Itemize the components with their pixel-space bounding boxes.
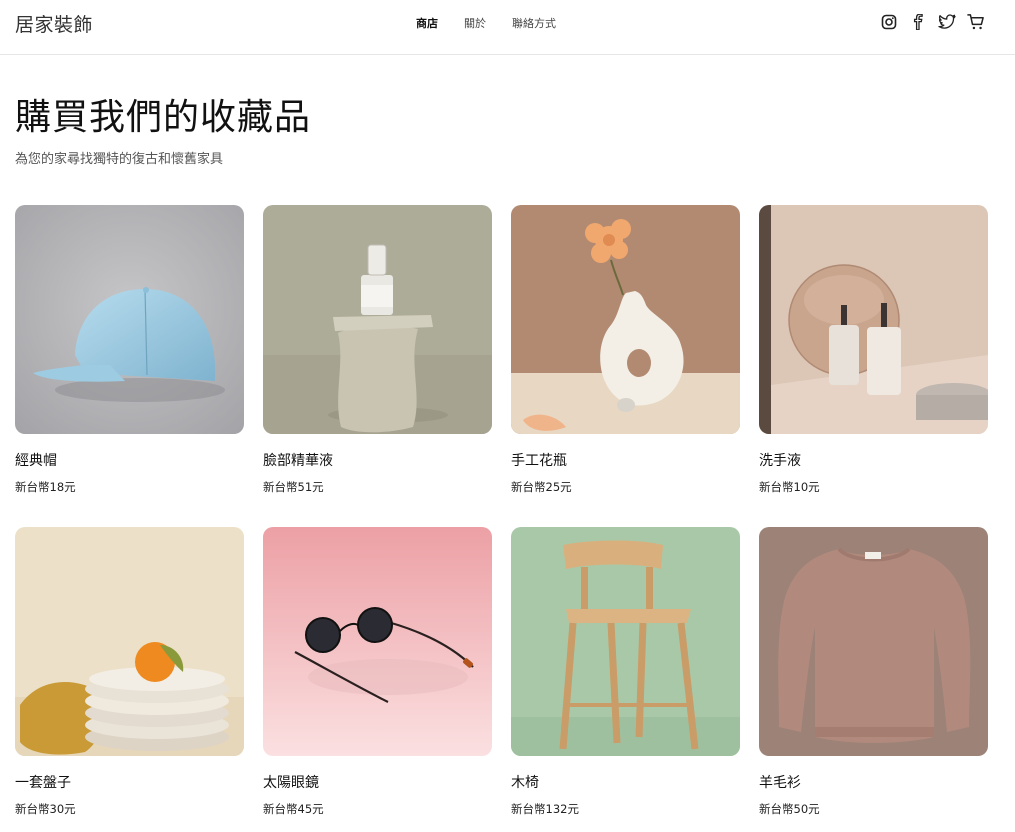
nav-link-contact[interactable]: 聯絡方式 <box>512 15 556 31</box>
product-name[interactable]: 經典帽 <box>15 450 57 470</box>
product-name[interactable]: 羊毛衫 <box>759 772 801 792</box>
product-image-cap[interactable] <box>15 205 244 434</box>
product-image-soap[interactable] <box>759 205 988 434</box>
cart-icon[interactable] <box>967 12 985 32</box>
twitter-icon[interactable] <box>938 12 956 32</box>
product-image-serum[interactable] <box>263 205 492 434</box>
product-name[interactable]: 一套盤子 <box>15 772 71 792</box>
main-nav: 商店 關於 聯絡方式 <box>416 15 556 31</box>
page-subtitle: 為您的家尋找獨特的復古和懷舊家具 <box>15 152 224 167</box>
product-card[interactable]: 太陽眼鏡 新台幣45元 <box>263 527 492 816</box>
product-image-vase[interactable] <box>511 205 740 434</box>
product-card[interactable]: 臉部精華液 新台幣51元 <box>263 205 492 494</box>
product-name[interactable]: 木椅 <box>511 772 539 792</box>
site-header: 居家裝飾 商店 關於 聯絡方式 <box>0 0 1015 55</box>
nav-link-shop[interactable]: 商店 <box>416 15 438 31</box>
product-card[interactable]: 手工花瓶 新台幣25元 <box>511 205 740 494</box>
product-price: 新台幣30元 <box>15 802 76 816</box>
nav-link-about[interactable]: 關於 <box>464 15 486 31</box>
brand-logo[interactable]: 居家裝飾 <box>15 10 93 37</box>
facebook-icon[interactable] <box>909 12 927 32</box>
product-price: 新台幣51元 <box>263 480 324 494</box>
page-title: 購買我們的收藏品 <box>15 97 312 138</box>
product-name[interactable]: 太陽眼鏡 <box>263 772 319 792</box>
product-name[interactable]: 臉部精華液 <box>263 450 333 470</box>
instagram-icon[interactable] <box>880 12 898 32</box>
product-price: 新台幣18元 <box>15 480 76 494</box>
product-price: 新台幣45元 <box>263 802 324 816</box>
header-icons <box>880 12 985 32</box>
product-name[interactable]: 手工花瓶 <box>511 450 567 470</box>
product-card[interactable]: 洗手液 新台幣10元 <box>759 205 988 494</box>
product-price: 新台幣25元 <box>511 480 572 494</box>
product-price: 新台幣132元 <box>511 802 579 816</box>
product-card[interactable]: 經典帽 新台幣18元 <box>15 205 244 494</box>
product-name[interactable]: 洗手液 <box>759 450 801 470</box>
product-image-sweater[interactable] <box>759 527 988 756</box>
product-card[interactable]: 羊毛衫 新台幣50元 <box>759 527 988 816</box>
product-image-plates[interactable] <box>15 527 244 756</box>
product-card[interactable]: 木椅 新台幣132元 <box>511 527 740 816</box>
product-image-chair[interactable] <box>511 527 740 756</box>
product-image-sunglasses[interactable] <box>263 527 492 756</box>
product-price: 新台幣50元 <box>759 802 820 816</box>
product-price: 新台幣10元 <box>759 480 820 494</box>
product-card[interactable]: 一套盤子 新台幣30元 <box>15 527 244 816</box>
